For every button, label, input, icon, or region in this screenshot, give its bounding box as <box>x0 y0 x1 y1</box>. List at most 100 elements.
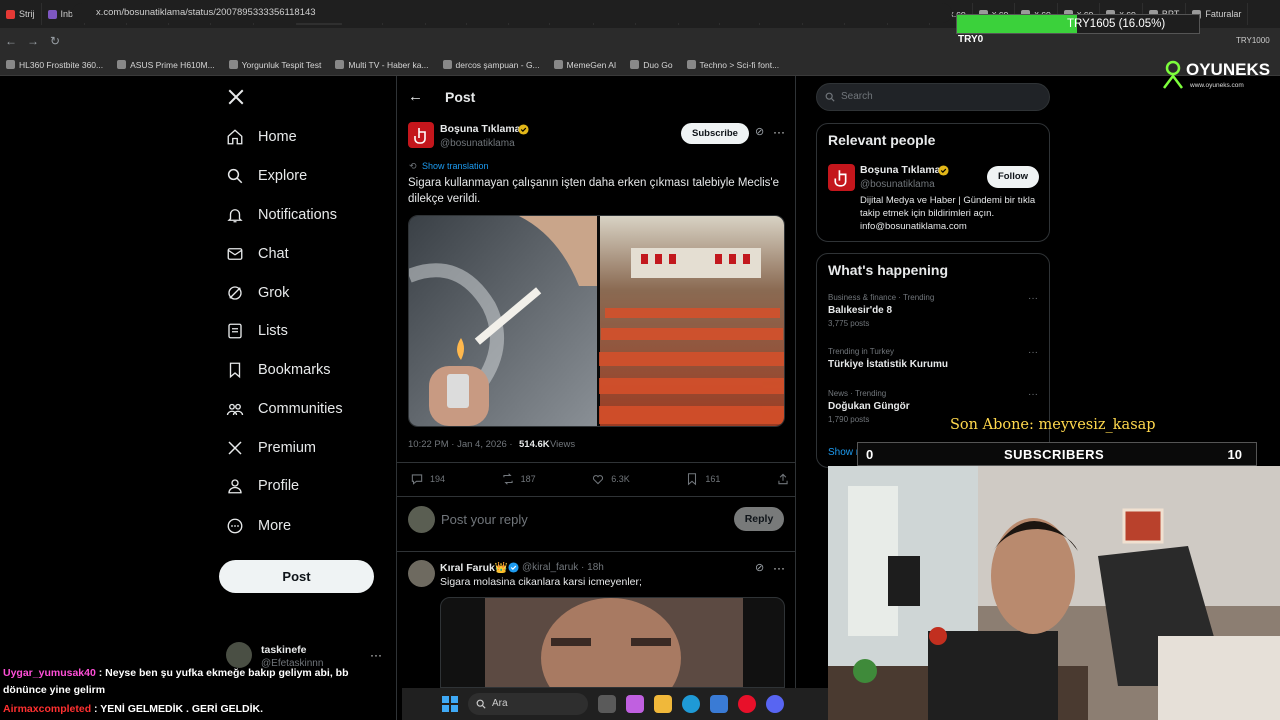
trend-post-count: 3,775 posts <box>828 319 870 328</box>
trend-category: News · Trending <box>828 389 887 398</box>
verified-gold-icon <box>518 124 529 135</box>
post-views-count: 514.6K <box>519 439 550 450</box>
post-button[interactable]: Post <box>219 560 374 593</box>
reload-icon[interactable]: ↻ <box>44 34 66 48</box>
post-text: Sigara kullanmayan çalışanın işten daha … <box>408 177 780 205</box>
author-name[interactable]: Boşuna Tıklama <box>440 123 521 135</box>
nav-item-notifications[interactable]: Notifications <box>226 203 337 227</box>
nav-item-explore[interactable]: Explore <box>226 164 307 188</box>
nav-item-more[interactable]: More <box>226 514 291 538</box>
chat-username: Uygar_yumusak40 <box>3 667 96 679</box>
nav-item-premium[interactable]: Premium <box>226 436 316 460</box>
windows-start-icon[interactable] <box>442 696 458 712</box>
bookmarks-icon <box>229 362 241 379</box>
nav-item-label: Profile <box>258 478 300 494</box>
bookmark-item[interactable]: HL360 Frostbite 360... <box>6 60 103 70</box>
forward-icon[interactable]: → <box>22 34 44 48</box>
bookmark-item[interactable]: MemeGen AI <box>553 60 616 70</box>
account-more-icon[interactable]: ··· <box>370 648 382 662</box>
bookmark-favicon-icon <box>335 60 345 69</box>
like-action[interactable]: 6.3K <box>591 472 630 486</box>
edge-icon[interactable] <box>682 695 700 713</box>
relevant-person-avatar[interactable] <box>828 164 855 191</box>
reply-media[interactable] <box>440 597 785 688</box>
nav-item-grok[interactable]: Grok <box>226 281 289 305</box>
file-explorer-icon[interactable] <box>654 695 672 713</box>
bookmark-item[interactable]: Duo Go <box>630 60 673 70</box>
reply-author-avatar[interactable] <box>408 560 435 587</box>
nav-item-chat[interactable]: Chat <box>226 242 289 266</box>
tab-favicon-icon <box>6 9 15 19</box>
grok-analyze-icon[interactable]: ⊘ <box>755 125 764 138</box>
reply-button[interactable]: Reply <box>734 507 784 531</box>
extension-label: TRY0 <box>958 34 984 45</box>
bookmark-item[interactable]: dercos şampuan - G... <box>442 59 540 70</box>
bookmark-item[interactable]: Multi TV - Haber ka... <box>335 60 429 70</box>
reply-more-icon[interactable]: ··· <box>773 561 785 575</box>
back-icon[interactable]: ← <box>0 34 22 48</box>
trend-more-icon[interactable]: ··· <box>1028 293 1038 304</box>
discord-icon[interactable] <box>766 695 784 713</box>
relevant-person-name[interactable]: Boşuna Tıklama <box>860 164 941 176</box>
post-media[interactable] <box>408 215 785 427</box>
nav-item-profile[interactable]: Profile <box>226 474 299 498</box>
post-action-bar: 194 187 6.3K 161 <box>410 472 790 486</box>
copilot-icon[interactable] <box>626 695 644 713</box>
trend-item[interactable]: Trending in Turkey Türkiye İstatistik Kur… <box>828 347 1042 373</box>
account-avatar[interactable] <box>226 642 252 668</box>
bookmark-item[interactable]: Techno > Sci-fi font... <box>686 60 779 70</box>
home-icon <box>227 129 243 145</box>
divider <box>397 462 795 463</box>
bookmark-label: dercos şampuan - G... <box>455 59 540 70</box>
reply-action[interactable]: 194 <box>410 472 445 486</box>
reply-count: 194 <box>430 474 446 484</box>
url-field[interactable]: x.com/bosunatiklama/status/2007895333356… <box>72 3 952 23</box>
back-arrow-icon[interactable]: ← <box>408 88 423 105</box>
bookmark-item[interactable]: Yorgunluk Tespit Test <box>228 59 322 70</box>
show-translation-link[interactable]: Show translation <box>422 161 489 171</box>
trend-more-icon[interactable]: ··· <box>1028 389 1038 400</box>
post-views-label: Views <box>550 439 576 450</box>
search-input[interactable]: Search <box>816 83 1050 111</box>
browser-tab[interactable]: Strij <box>0 3 42 25</box>
opera-icon[interactable] <box>738 695 756 713</box>
share-action[interactable] <box>776 472 790 486</box>
my-avatar <box>408 506 435 533</box>
reply-grok-icon[interactable]: ⊘ <box>755 561 764 574</box>
author-avatar[interactable] <box>408 122 434 148</box>
repost-icon <box>503 473 513 485</box>
store-icon[interactable] <box>710 695 728 713</box>
nav-item-home[interactable]: Home <box>226 125 297 149</box>
repost-action[interactable]: 187 <box>501 472 536 486</box>
chat-message: Uygar_yumusak40 : Neyse ben şu yufka ekm… <box>3 667 349 679</box>
tab-label: Strij <box>19 9 35 19</box>
bookmark-item[interactable]: ASUS Prime H610M... <box>117 60 215 70</box>
nav-item-lists[interactable]: Lists <box>226 319 288 343</box>
follow-button[interactable]: Follow <box>987 166 1039 188</box>
nav-item-label: Home <box>258 129 297 145</box>
bookmark-count: 161 <box>705 474 721 484</box>
trend-item[interactable]: Business & finance · Trending Balıkesir'd… <box>828 293 1042 328</box>
nav-item-label: Communities <box>258 401 343 417</box>
chat-separator: : <box>91 703 101 715</box>
task-view-icon[interactable] <box>598 695 616 713</box>
trend-more-icon[interactable]: ··· <box>1028 347 1038 358</box>
nav-item-communities[interactable]: Communities <box>226 397 343 421</box>
post-more-icon[interactable]: ··· <box>773 125 785 139</box>
bookmark-label: Yorgunluk Tespit Test <box>241 59 322 70</box>
bookmark-icon <box>688 473 697 486</box>
bookmark-action[interactable]: 161 <box>685 472 720 486</box>
author-handle: @bosunatiklama <box>440 138 515 149</box>
lists-icon <box>228 323 242 339</box>
account-name[interactable]: taskinefe <box>261 644 307 656</box>
translate-icon: ⟲ <box>409 161 417 171</box>
taskbar-search-input[interactable]: Ara <box>468 693 588 715</box>
reply-author-name[interactable]: Kıral Faruk👑 <box>440 561 508 574</box>
more-icon <box>227 518 243 534</box>
reply-input[interactable]: Post your reply <box>441 512 528 527</box>
grok-icon <box>228 286 242 300</box>
bookmark-favicon-icon <box>553 60 563 69</box>
nav-item-bookmarks[interactable]: Bookmarks <box>226 358 331 382</box>
x-logo-icon[interactable] <box>227 88 245 106</box>
subscribe-button[interactable]: Subscribe <box>681 123 749 144</box>
